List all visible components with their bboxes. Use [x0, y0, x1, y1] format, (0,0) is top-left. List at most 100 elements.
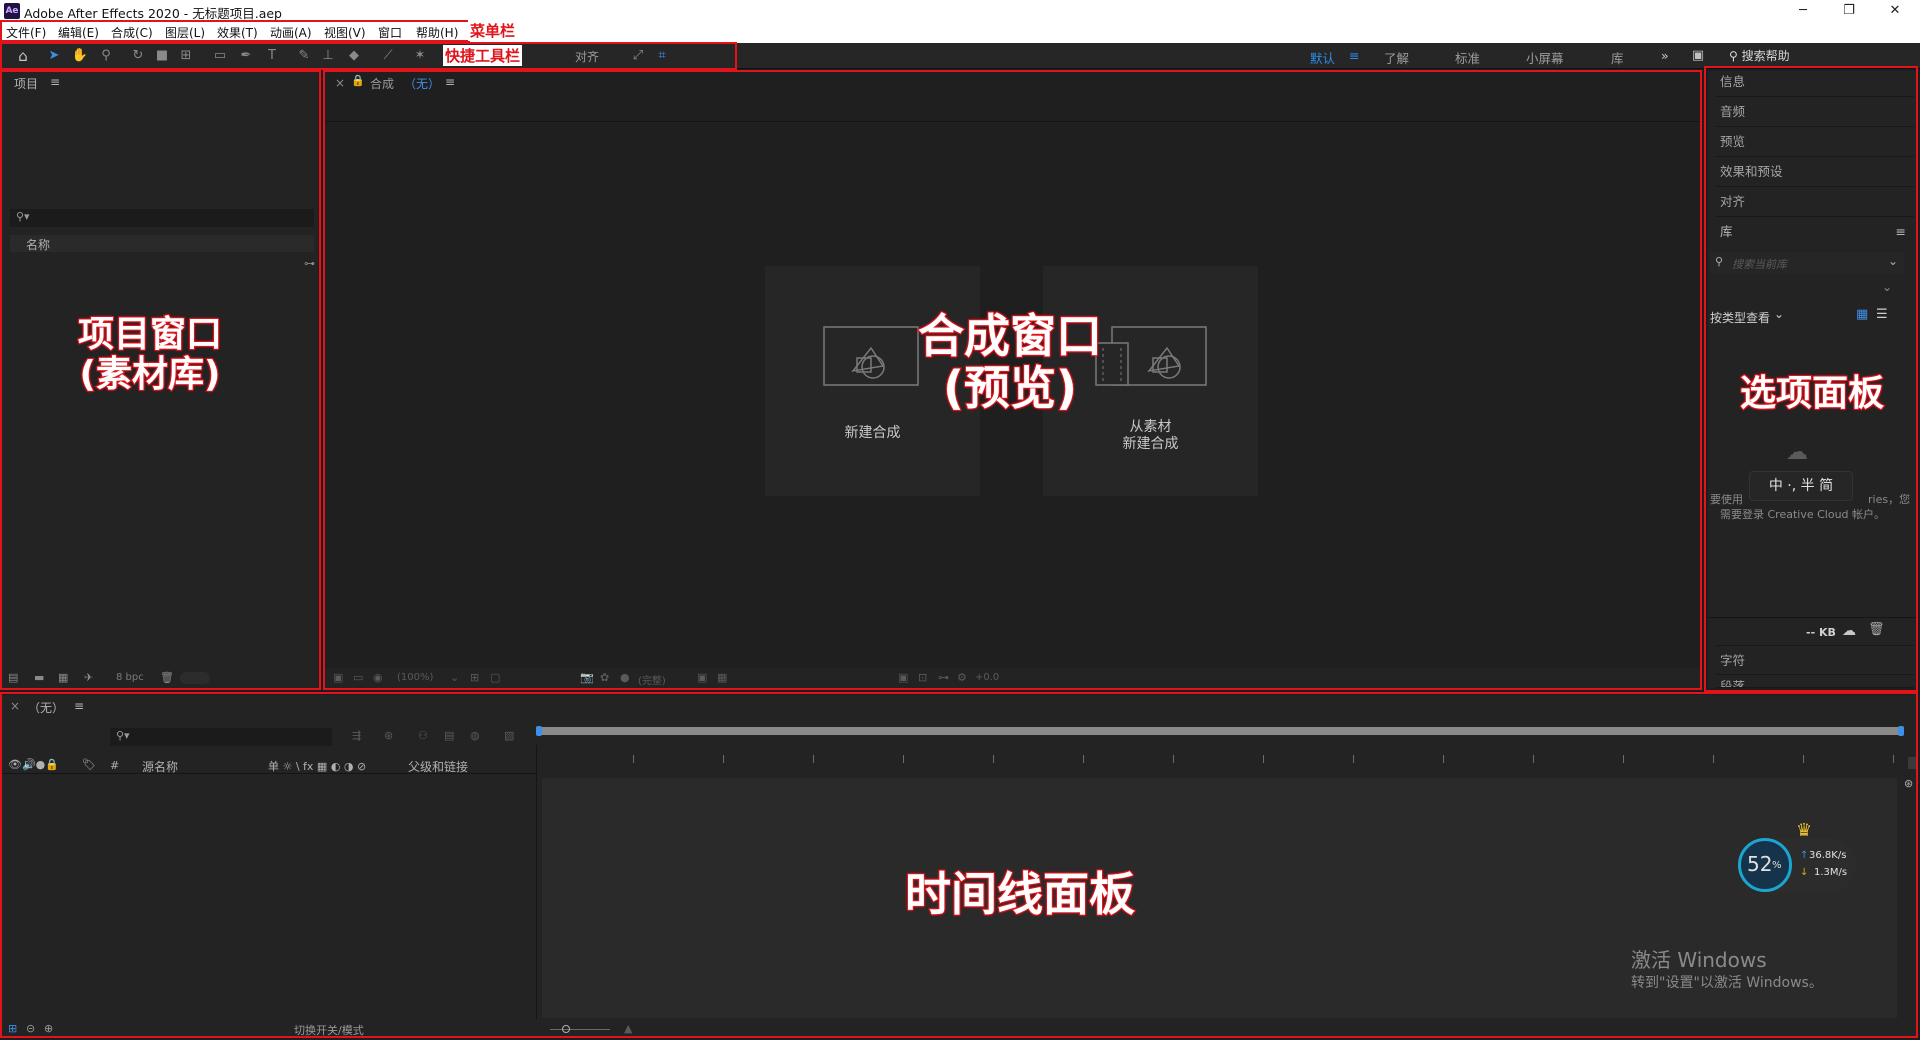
close-button[interactable]: ✕: [1872, 0, 1918, 22]
menu-file[interactable]: 文件(F): [6, 24, 46, 41]
label-tag-icon[interactable]: 🏷: [82, 758, 96, 771]
menu-effect[interactable]: 效果(T): [217, 24, 258, 41]
flowchart-icon[interactable]: ⊶: [938, 671, 949, 684]
side-item-align[interactable]: 对齐: [1716, 187, 1914, 217]
col-switches[interactable]: 单 ☼ \ fx ▦ ◐ ◑ ⊘: [268, 758, 366, 774]
zoom-slider-handle[interactable]: [562, 1025, 570, 1033]
mask-icon[interactable]: ▢: [490, 671, 500, 684]
comp-name[interactable]: （无）: [404, 75, 440, 92]
expand-modes-icon[interactable]: ⊕: [44, 1022, 53, 1035]
timeline-scrollbar[interactable]: [1908, 757, 1916, 769]
side-item-info[interactable]: 信息: [1716, 67, 1914, 97]
col-parent[interactable]: 父级和链接: [408, 758, 468, 775]
zoom-tool-icon[interactable]: ⚲: [96, 46, 116, 66]
lock-icon[interactable]: 🔒: [351, 74, 365, 87]
motion-blur-icon[interactable]: ◍: [470, 729, 480, 742]
home-icon[interactable]: ⌂: [13, 46, 33, 66]
timeline-close-icon[interactable]: ×: [10, 699, 20, 713]
side-item-effects-presets[interactable]: 效果和预设: [1716, 157, 1914, 187]
camera-view-icon[interactable]: ▣: [898, 671, 908, 684]
library-search-field[interactable]: ⚲ 搜索当前库 ⌄: [1710, 252, 1904, 274]
channel-icon[interactable]: ●: [620, 671, 630, 684]
type-tool-icon[interactable]: T: [262, 46, 282, 66]
grid-view-icon[interactable]: ▦: [1856, 307, 1868, 322]
search-help-field[interactable]: ⚲ 搜索帮助: [1723, 47, 1865, 65]
work-area-end-handle[interactable]: [1898, 726, 1904, 736]
menu-edit[interactable]: 编辑(E): [58, 24, 99, 41]
panel-menu-icon[interactable]: ≡: [74, 699, 84, 713]
work-area-start-handle[interactable]: [536, 726, 542, 736]
footer-scroll-handle[interactable]: [180, 672, 210, 684]
search-help-toggle-icon[interactable]: ▣: [1688, 46, 1708, 66]
panel-menu-icon[interactable]: ≡: [50, 75, 60, 89]
camera-tool-icon[interactable]: ■: [152, 46, 172, 66]
monitor-icon[interactable]: ▭: [353, 671, 363, 684]
snapshot-icon[interactable]: 📷: [580, 671, 594, 684]
pen-tool-icon[interactable]: ✒: [236, 46, 256, 66]
snap-icon[interactable]: ⤢: [628, 46, 648, 66]
work-area-bar[interactable]: [538, 727, 1902, 735]
network-speed-widget[interactable]: 52 % ↑ 36.8K/s ↓ 1.3M/s: [1738, 838, 1856, 892]
menu-composition[interactable]: 合成(C): [111, 24, 153, 41]
chevron-down-icon[interactable]: ⌄: [1888, 254, 1898, 268]
ime-toolbar[interactable]: 中 ·, 半 简: [1749, 471, 1853, 501]
trash-icon[interactable]: 🗑: [160, 671, 174, 684]
bit-depth-label[interactable]: 8 bpc: [116, 672, 144, 683]
menu-animation[interactable]: 动画(A): [270, 24, 312, 41]
shy-layers-icon[interactable]: ⚇: [418, 729, 428, 742]
draft-3d-icon[interactable]: ⊛: [384, 729, 393, 742]
workspace-default[interactable]: 默认: [1310, 48, 1335, 67]
flowchart-icon[interactable]: ⊶: [304, 257, 315, 270]
workspace-standard[interactable]: 标准: [1455, 48, 1480, 67]
always-preview-icon[interactable]: ▣: [333, 671, 343, 684]
side-item-preview[interactable]: 预览: [1716, 127, 1914, 157]
panel-menu-icon[interactable]: ≡: [1896, 217, 1906, 247]
workspace-learn[interactable]: 了解: [1384, 48, 1409, 67]
eraser-tool-icon[interactable]: ◆: [344, 46, 364, 66]
snap-options-icon[interactable]: ⌗: [652, 46, 672, 66]
interpret-footage-icon[interactable]: ▤: [8, 671, 18, 684]
project-column-header[interactable]: 名称: [10, 235, 314, 252]
timeline-split-divider[interactable]: [536, 745, 537, 1030]
chevron-down-icon[interactable]: ⌄: [1774, 307, 1784, 321]
comp-panel-title[interactable]: 合成: [370, 75, 394, 92]
panel-menu-icon[interactable]: ≡: [445, 75, 455, 89]
library-title[interactable]: 库: [1720, 224, 1733, 239]
exposure-value[interactable]: +0.0: [975, 672, 999, 683]
workspace-menu-icon[interactable]: ≡: [1349, 48, 1359, 63]
clone-stamp-tool-icon[interactable]: ⊥: [318, 46, 338, 66]
zoom-slider-track[interactable]: [550, 1029, 610, 1030]
roi-icon[interactable]: ▣: [697, 671, 707, 684]
project-search-input[interactable]: ⚲▾: [10, 209, 314, 227]
workspace-library[interactable]: 库: [1611, 48, 1624, 67]
selection-tool-icon[interactable]: ➤: [44, 46, 64, 66]
col-source-name[interactable]: 源名称: [142, 758, 178, 775]
list-view-icon[interactable]: ☰: [1876, 307, 1888, 322]
grid-icon[interactable]: ⊞: [470, 671, 479, 684]
hand-tool-icon[interactable]: ✋: [70, 46, 90, 66]
menu-window[interactable]: 窗口: [378, 24, 402, 41]
new-folder-icon[interactable]: ▬: [34, 671, 44, 684]
toggle-switches-modes[interactable]: 切换开关/模式: [294, 1022, 364, 1038]
comp-button-icon[interactable]: ⊛: [1904, 777, 1913, 790]
comp-close-icon[interactable]: ×: [335, 76, 345, 90]
workspace-small-screen[interactable]: 小屏幕: [1526, 48, 1564, 67]
timeline-title[interactable]: （无）: [28, 699, 64, 716]
new-comp-icon[interactable]: ▦: [58, 671, 68, 684]
timeline-search-input[interactable]: ⚲▾: [110, 728, 332, 746]
menu-layer[interactable]: 图层(L): [165, 24, 205, 41]
render-time-icon[interactable]: ⊞: [8, 1022, 17, 1035]
show-snapshot-icon[interactable]: ✿: [600, 671, 609, 684]
graph-editor-icon[interactable]: ▧: [504, 729, 514, 742]
av-switches-icon[interactable]: 👁🔊●🔒: [8, 758, 59, 771]
trash-icon[interactable]: 🗑: [1868, 622, 1885, 637]
zoom-dropdown[interactable]: (100%): [397, 672, 433, 683]
minimize-button[interactable]: ─: [1780, 0, 1826, 22]
roto-brush-tool-icon[interactable]: ⟋: [378, 46, 398, 66]
side-item-paragraph[interactable]: 段落: [1716, 675, 1914, 688]
view-by-type-dropdown[interactable]: 按类型查看: [1710, 309, 1770, 326]
menu-view[interactable]: 视图(V): [324, 24, 366, 41]
transparency-icon[interactable]: ▦: [717, 671, 727, 684]
views-icon[interactable]: ⊡: [918, 671, 927, 684]
rectangle-tool-icon[interactable]: ▭: [210, 46, 230, 66]
